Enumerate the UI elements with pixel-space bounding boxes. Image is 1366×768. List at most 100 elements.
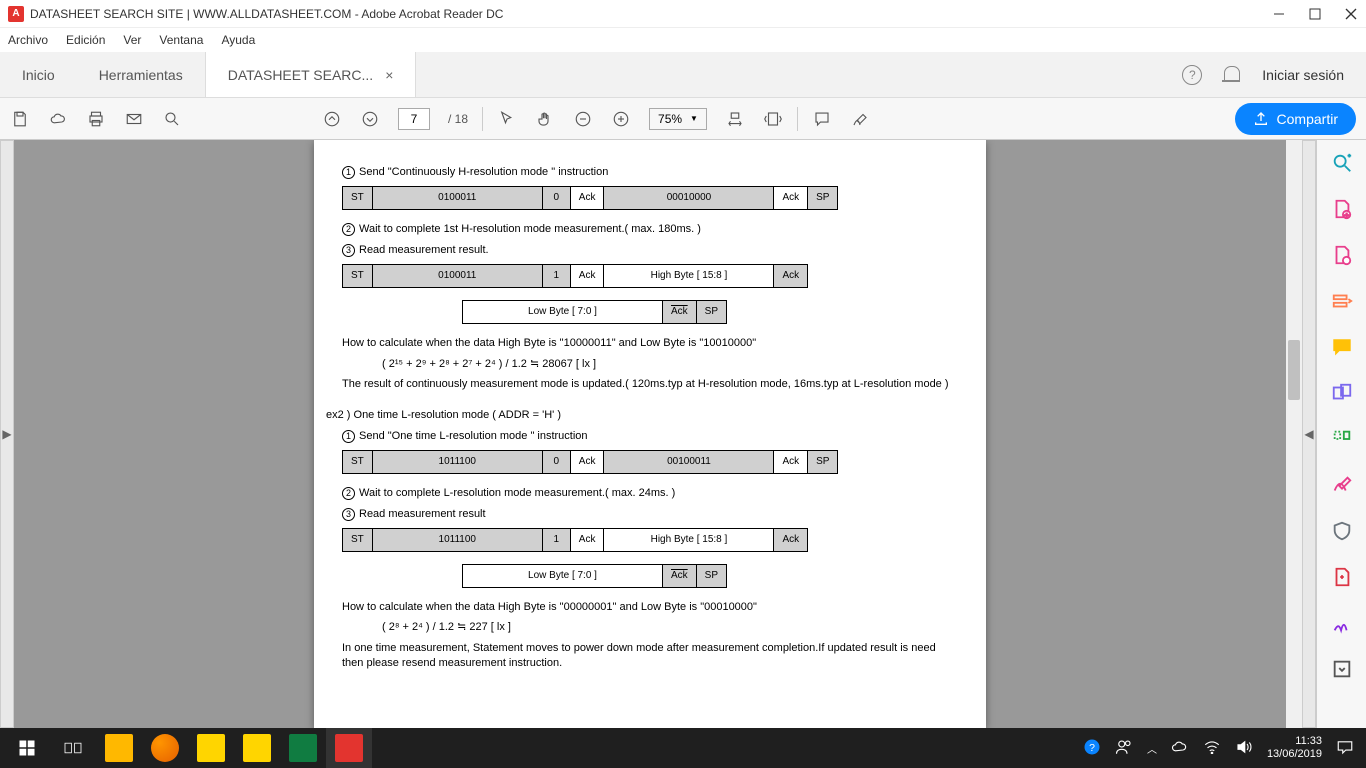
minimize-button[interactable] (1272, 7, 1286, 21)
tray-help-icon[interactable]: ? (1083, 738, 1101, 759)
left-nav-handle[interactable]: ▶ (0, 140, 14, 728)
step-3-icon: 3 (342, 244, 355, 257)
note-1: The result of continuously measurement m… (342, 377, 958, 392)
taskbar-acrobat[interactable] (326, 728, 372, 768)
menu-ventana[interactable]: Ventana (159, 33, 203, 47)
search-icon[interactable] (162, 109, 182, 129)
rail-export-icon[interactable] (1330, 290, 1354, 312)
rail-fill-sign-icon[interactable] (1330, 612, 1354, 634)
taskbar-app-yellow[interactable] (188, 728, 234, 768)
calc-2a: How to calculate when the data High Byte… (342, 600, 958, 615)
tab-document[interactable]: DATASHEET SEARC... × (205, 52, 417, 97)
taskbar-app-labview[interactable] (234, 728, 280, 768)
rail-create-pdf-icon[interactable]: + (1330, 198, 1354, 220)
rail-redact-icon[interactable] (1330, 474, 1354, 496)
step-3-text: Read measurement result. (359, 244, 489, 256)
rail-compress-icon[interactable] (1330, 566, 1354, 588)
window-title: DATASHEET SEARCH SITE | WWW.ALLDATASHEET… (30, 7, 1272, 21)
rail-search-icon[interactable] (1330, 152, 1354, 174)
save-icon[interactable] (10, 109, 30, 129)
step-3b-text: Read measurement result (359, 508, 486, 520)
calc-1b: ( 2¹⁵ + 2⁹ + 2⁸ + 2⁷ + 2⁴ ) / 1.2 ≒ 2806… (342, 357, 958, 372)
menu-bar: Archivo Edición Ver Ventana Ayuda (0, 28, 1366, 52)
toolbar: / 18 75%▼ Compartir (0, 98, 1366, 140)
content-area: ▶ 1Send "Continuously H-resolution mode … (0, 140, 1316, 728)
ex2-heading: ex2 ) One time L-resolution mode ( ADDR … (326, 408, 958, 423)
main-tabs: Inicio Herramientas DATASHEET SEARC... ×… (0, 52, 1366, 98)
maximize-button[interactable] (1308, 7, 1322, 21)
mail-icon[interactable] (124, 109, 144, 129)
page-total-label: / 18 (448, 112, 468, 126)
tray-notifications-icon[interactable] (1336, 739, 1354, 758)
step-2-text: Wait to complete 1st H-resolution mode m… (359, 223, 701, 235)
note-2: In one time measurement, Statement moves… (342, 641, 958, 672)
fit-page-icon[interactable] (763, 109, 783, 129)
calc-1a: How to calculate when the data High Byte… (342, 336, 958, 351)
rail-combine-icon[interactable] (1330, 382, 1354, 404)
svg-text:?: ? (1089, 741, 1095, 753)
page-up-icon[interactable] (322, 109, 342, 129)
tray-wifi-icon[interactable] (1203, 740, 1221, 757)
taskbar: ? ︿ 11:3313/06/2019 (0, 728, 1366, 768)
step-1-icon: 1 (342, 166, 355, 179)
i2c-table-2: ST01000111AckHigh Byte [ 15:8 ]Ack (342, 264, 808, 288)
tray-people-icon[interactable] (1115, 738, 1133, 759)
pdf-page: 1Send "Continuously H-resolution mode " … (314, 140, 986, 728)
page-viewport[interactable]: 1Send "Continuously H-resolution mode " … (14, 140, 1286, 728)
step-1b-text: Send "One time L-resolution mode " instr… (359, 430, 588, 442)
i2c-table-4: ST10111000Ack00100011AckSP (342, 450, 838, 474)
hand-tool-icon[interactable] (535, 109, 555, 129)
i2c-table-5: ST10111001AckHigh Byte [ 15:8 ]Ack (342, 528, 808, 552)
scrollbar-track[interactable] (1286, 140, 1302, 728)
step-2b-text: Wait to complete L-resolution mode measu… (359, 487, 675, 499)
tab-herramientas[interactable]: Herramientas (77, 52, 205, 97)
menu-edicion[interactable]: Edición (66, 33, 105, 47)
tray-onedrive-icon[interactable] (1171, 740, 1189, 757)
menu-ver[interactable]: Ver (123, 33, 141, 47)
i2c-table-6: Low Byte [ 7:0 ]AckSP (462, 564, 727, 588)
zoom-dropdown[interactable]: 75%▼ (649, 108, 707, 130)
select-tool-icon[interactable] (497, 109, 517, 129)
taskbar-excel[interactable] (280, 728, 326, 768)
login-link[interactable]: Iniciar sesión (1262, 67, 1344, 83)
tools-rail: + (1316, 140, 1366, 728)
scrollbar-thumb[interactable] (1288, 340, 1300, 400)
start-button[interactable] (4, 728, 50, 768)
cloud-icon[interactable] (48, 109, 68, 129)
bell-icon[interactable] (1224, 66, 1240, 84)
tab-inicio[interactable]: Inicio (0, 52, 77, 97)
i2c-table-1: ST01000110Ack00010000AckSP (342, 186, 838, 210)
page-down-icon[interactable] (360, 109, 380, 129)
tab-close-icon[interactable]: × (385, 67, 393, 83)
menu-ayuda[interactable]: Ayuda (221, 33, 255, 47)
taskbar-firefox[interactable] (142, 728, 188, 768)
tab-document-label: DATASHEET SEARC... (228, 67, 373, 83)
tray-volume-icon[interactable] (1235, 739, 1253, 758)
close-button[interactable] (1344, 7, 1358, 21)
comment-icon[interactable] (812, 109, 832, 129)
zoom-in-icon[interactable] (611, 109, 631, 129)
system-tray: ? ︿ 11:3313/06/2019 (1083, 735, 1362, 761)
print-icon[interactable] (86, 109, 106, 129)
taskbar-clock[interactable]: 11:3313/06/2019 (1267, 735, 1322, 761)
help-icon[interactable]: ? (1182, 65, 1202, 85)
rail-protect-icon[interactable] (1330, 520, 1354, 542)
page-number-input[interactable] (398, 108, 430, 130)
tray-chevron-icon[interactable]: ︿ (1147, 741, 1157, 756)
step-2-icon: 2 (342, 223, 355, 236)
zoom-out-icon[interactable] (573, 109, 593, 129)
share-button[interactable]: Compartir (1235, 103, 1356, 135)
rail-more-icon[interactable] (1330, 658, 1354, 680)
menu-archivo[interactable]: Archivo (8, 33, 48, 47)
taskbar-explorer[interactable] (96, 728, 142, 768)
fit-width-icon[interactable] (725, 109, 745, 129)
svg-text:+: + (1344, 210, 1348, 219)
sign-icon[interactable] (850, 109, 870, 129)
right-nav-handle[interactable]: ◀ (1302, 140, 1316, 728)
rail-organize-icon[interactable] (1330, 428, 1354, 450)
task-view-button[interactable] (50, 728, 96, 768)
rail-edit-pdf-icon[interactable] (1330, 244, 1354, 266)
window-title-bar: A DATASHEET SEARCH SITE | WWW.ALLDATASHE… (0, 0, 1366, 28)
rail-comment-icon[interactable] (1330, 336, 1354, 358)
calc-2b: ( 2⁸ + 2⁴ ) / 1.2 ≒ 227 [ lx ] (342, 620, 958, 635)
